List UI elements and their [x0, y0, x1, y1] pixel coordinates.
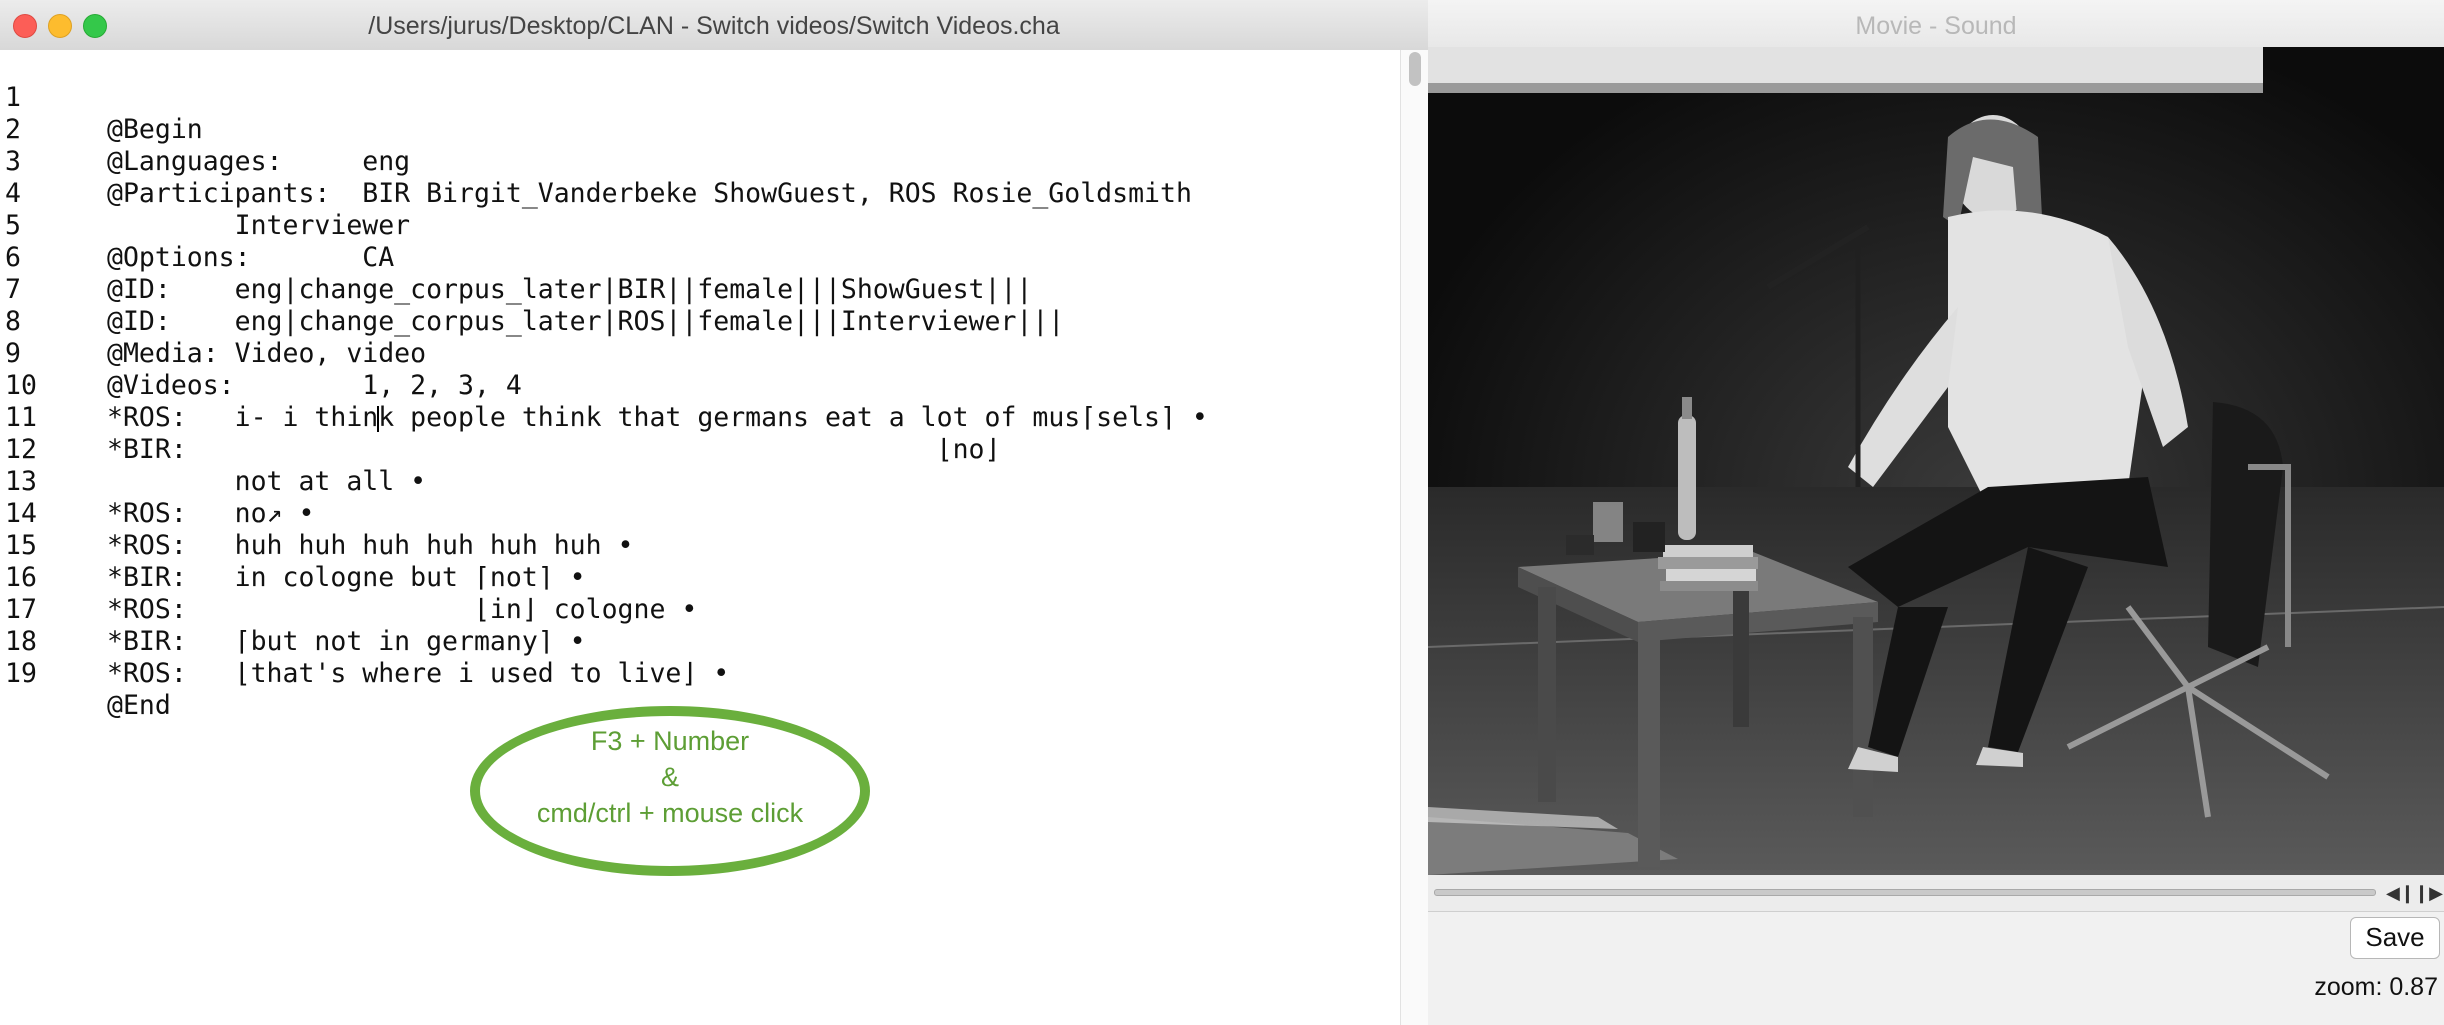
line-text[interactable]: not at all • [107, 466, 426, 498]
transcript-line[interactable]: 6 @ID: eng|change_corpus_later|BIR||fema… [0, 210, 1032, 305]
transcript-line[interactable]: 16 *ROS: ⌊in⌋ cologne • [0, 530, 697, 625]
transcript-line[interactable]: 12 not at all • [0, 402, 426, 497]
line-text[interactable]: @Options: CA [107, 242, 394, 274]
editor-titlebar[interactable]: /Users/jurus/Desktop/CLAN - Switch video… [0, 0, 1428, 51]
line-text[interactable]: @ID: eng|change_corpus_later|ROS||female… [107, 306, 1064, 338]
step-back-icon[interactable]: ◀❙ [2386, 881, 2415, 905]
line-number: 19 [5, 658, 37, 689]
line-text[interactable]: *BIR: ⌈but not in germany⌉ • [107, 626, 586, 658]
hint-text-line-1: F3 + Number [590, 726, 750, 756]
transcript-line[interactable]: 10 *ROS: i- i think people think that ge… [0, 338, 1208, 433]
step-forward-icon[interactable]: ❙▶ [2414, 881, 2443, 905]
transcript-line[interactable]: 18 *ROS: ⌊that's where i used to live⌋ • [0, 594, 729, 689]
line-text[interactable]: @Begin [107, 114, 203, 146]
transcript-line[interactable]: 4 Interviewer [0, 146, 410, 241]
line-text[interactable]: @ID: eng|change_corpus_later|BIR||female… [107, 274, 1032, 306]
hint-text-line-2: & [660, 762, 679, 792]
transcript-line[interactable]: 19 @End [0, 626, 171, 721]
transcript-line[interactable]: 17 *BIR: ⌈but not in germany⌉ • [0, 562, 586, 657]
movie-titlebar[interactable]: Movie - Sound [1428, 0, 2444, 48]
editor-scroll-thumb[interactable] [1409, 52, 1421, 86]
transcript-text-area[interactable]: 1 @Begin 2 @Languages: eng 3 @Participan… [0, 50, 1400, 1025]
line-text[interactable]: Interviewer [107, 210, 411, 242]
line-text[interactable]: *ROS: ⌊in⌋ cologne • [107, 594, 697, 626]
line-text[interactable]: *BIR: ⌊no⌋ [107, 434, 1000, 466]
editor-window: /Users/jurus/Desktop/CLAN - Switch video… [0, 0, 1429, 1025]
transcript-line[interactable]: 15 *BIR: in cologne but ⌈not⌉ • [0, 498, 586, 593]
line-text-before-cursor: *ROS: i- i thin [107, 402, 379, 433]
transcript-line[interactable]: 2 @Languages: eng [0, 82, 410, 177]
line-text[interactable]: *ROS: ⌊that's where i used to live⌋ • [107, 658, 729, 690]
line-text[interactable]: @Participants: BIR Birgit_Vanderbeke Sho… [107, 178, 1192, 210]
editor-vertical-scrollbar[interactable] [1400, 50, 1429, 1025]
transcript-line[interactable]: 7 @ID: eng|change_corpus_later|ROS||fema… [0, 242, 1064, 337]
transcript-line[interactable]: 5 @Options: CA [0, 178, 394, 273]
transcript-line[interactable]: 8 @Media: Video, video [0, 274, 426, 369]
editor-window-title: /Users/jurus/Desktop/CLAN - Switch video… [368, 12, 1060, 40]
scrubber-track[interactable] [1434, 889, 2376, 896]
line-text[interactable]: @Videos: 1, 2, 3, 4 [107, 370, 522, 402]
transcript-line[interactable]: 9 @Videos: 1, 2, 3, 4 [0, 306, 522, 401]
movie-window-title: Movie - Sound [1855, 12, 2017, 40]
line-text-after-cursor: k people think that germans eat a lot of… [378, 402, 1208, 433]
video-scrubber-bar[interactable]: ◀❙ ❙▶ [1428, 875, 2444, 912]
transcript-line[interactable]: 13 *ROS: no↗ • [0, 434, 314, 529]
line-text[interactable]: *ROS: i- i think people think that germa… [107, 402, 1208, 434]
line-text[interactable]: *BIR: in cologne but ⌈not⌉ • [107, 562, 586, 594]
transcript-line[interactable]: 14 *ROS: huh huh huh huh huh huh • [0, 466, 634, 561]
transcript-line[interactable]: 3 @Participants: BIR Birgit_Vanderbeke S… [0, 114, 1192, 209]
line-text[interactable]: @Languages: eng [107, 146, 410, 178]
movie-window: Movie - Sound ◀❙ ❙▶ Save zoom: 0.87 [1428, 0, 2444, 1025]
line-text[interactable]: *ROS: no↗ • [107, 498, 314, 530]
video-still [1428, 47, 2444, 875]
transcript-line[interactable]: 1 @Begin [0, 50, 203, 145]
transcript-line[interactable]: 11 *BIR: ⌊no⌋ [0, 370, 1000, 465]
save-button[interactable]: Save [2350, 917, 2440, 959]
zoom-level-label: zoom: 0.87 [2314, 973, 2438, 1001]
video-frame[interactable] [1428, 47, 2444, 875]
line-text[interactable]: @End [107, 690, 171, 722]
hint-text-line-3: cmd/ctrl + mouse click [536, 798, 804, 828]
line-text[interactable]: *ROS: huh huh huh huh huh huh • [107, 530, 634, 562]
line-text[interactable]: @Media: Video, video [107, 338, 426, 370]
